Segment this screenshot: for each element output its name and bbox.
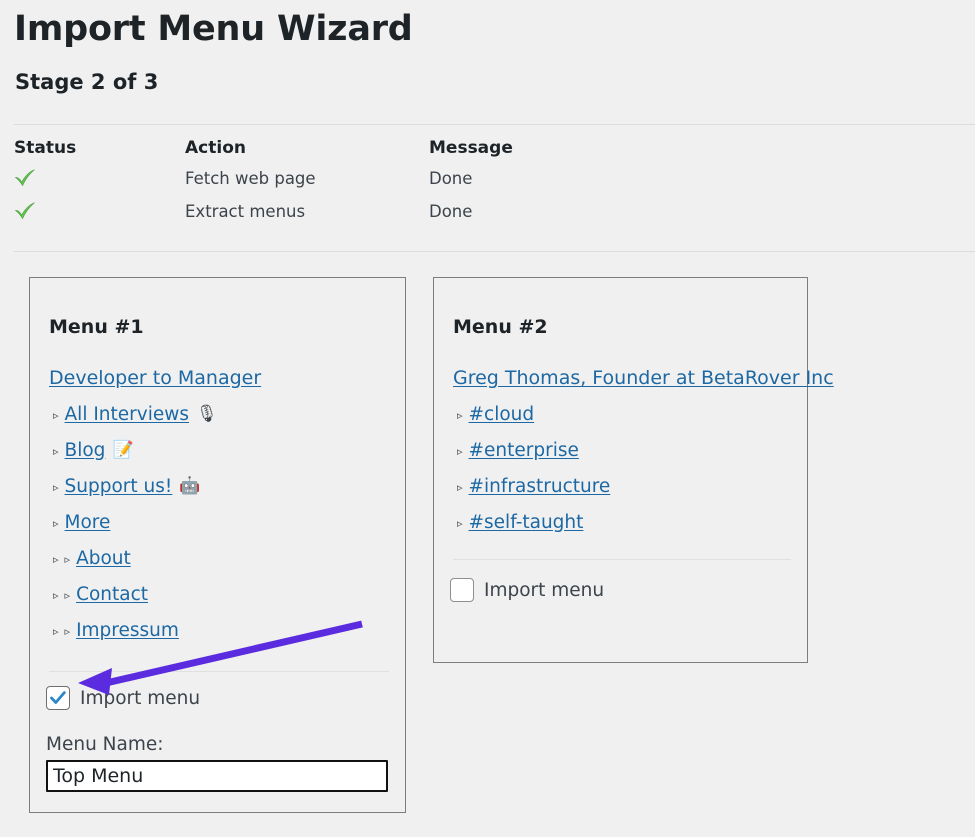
menu-panel-1-separator bbox=[49, 671, 389, 672]
triangle-bullet-icon: ▹ bbox=[64, 624, 71, 638]
triangle-bullet-icon: ▹ bbox=[457, 408, 463, 422]
status-table: Status Action Message Fetch web page Don… bbox=[14, 138, 714, 235]
green-check-icon bbox=[14, 202, 36, 220]
checkmark-icon bbox=[50, 691, 66, 704]
menu-item-link[interactable]: All Interviews bbox=[65, 404, 189, 425]
triangle-bullet-icon: ▹ bbox=[53, 588, 59, 602]
menu-panel-1: Menu #1 Developer to Manager ▹ All Intervi… bbox=[29, 277, 406, 813]
triangle-bullet-icon: ▹ bbox=[457, 516, 463, 530]
menu-item-emoji-icon: 🎙 bbox=[196, 404, 218, 424]
menu-item-row[interactable]: ▹ More bbox=[49, 504, 395, 540]
import-menu-label-2: Import menu bbox=[484, 579, 605, 601]
menu-panel-2-title: Menu #2 bbox=[453, 316, 548, 338]
table-header-row: Status Action Message bbox=[14, 138, 714, 169]
menu-item-link[interactable]: Support us! bbox=[65, 476, 173, 497]
menu-item-link[interactable]: Greg Thomas, Founder at BetaRover Inc bbox=[453, 367, 834, 389]
triangle-bullet-icon: ▹ bbox=[53, 444, 59, 458]
import-menu-label-1: Import menu bbox=[80, 687, 201, 709]
menu-panel-2: Menu #2 Greg Thomas, Founder at BetaRove… bbox=[433, 277, 834, 663]
menu-item-link[interactable]: Blog bbox=[65, 440, 106, 461]
menu-item-link[interactable]: #enterprise bbox=[469, 440, 579, 461]
menu-item-row[interactable]: ▹ Support us! 🤖 bbox=[49, 468, 395, 504]
triangle-bullet-icon: ▹ bbox=[53, 624, 59, 638]
triangle-bullet-icon: ▹ bbox=[53, 516, 59, 530]
menu-item-row[interactable]: ▹ #cloud bbox=[453, 396, 797, 432]
import-menu-checkbox-2[interactable] bbox=[450, 578, 474, 602]
triangle-bullet-icon: ▹ bbox=[53, 552, 59, 566]
cell-status bbox=[14, 169, 185, 202]
cell-status bbox=[14, 202, 185, 235]
menu-tree-2: Greg Thomas, Founder at BetaRover Inc ▹ #c… bbox=[453, 360, 834, 540]
import-menu-checkbox-row-2[interactable]: Import menu bbox=[450, 578, 604, 602]
menu-item-link[interactable]: Impressum bbox=[76, 620, 179, 641]
menu-item-row[interactable]: Greg Thomas, Founder at BetaRover Inc bbox=[453, 360, 834, 396]
divider-bottom bbox=[14, 251, 975, 252]
table-row: Extract menus Done bbox=[14, 202, 714, 235]
menu-item-emoji-icon: 🤖 bbox=[179, 476, 201, 496]
import-menu-checkbox-1[interactable] bbox=[46, 686, 70, 710]
table-row: Fetch web page Done bbox=[14, 169, 714, 202]
menu-item-link[interactable]: #cloud bbox=[469, 404, 535, 425]
column-header-status: Status bbox=[14, 138, 77, 158]
menu-item-row[interactable]: Developer to Manager bbox=[49, 360, 395, 396]
cell-message: Done bbox=[429, 202, 473, 221]
menu-item-link[interactable]: #self-taught bbox=[469, 512, 584, 533]
divider-top bbox=[14, 124, 975, 125]
menu-item-row[interactable]: ▹ #enterprise bbox=[453, 432, 797, 468]
column-header-action: Action bbox=[185, 138, 246, 158]
menu-item-link[interactable]: Contact bbox=[76, 584, 148, 605]
cell-action: Extract menus bbox=[185, 202, 306, 221]
menu-item-link[interactable]: Developer to Manager bbox=[49, 367, 261, 389]
menu-panel-1-title: Menu #1 bbox=[49, 316, 144, 338]
menu-item-link[interactable]: About bbox=[76, 548, 131, 569]
menu-item-link[interactable]: #infrastructure bbox=[469, 476, 611, 497]
menu-name-label: Menu Name: bbox=[46, 734, 164, 755]
triangle-bullet-icon: ▹ bbox=[457, 480, 463, 494]
menu-item-row[interactable]: ▹ #self-taught bbox=[453, 504, 797, 540]
triangle-bullet-icon: ▹ bbox=[64, 552, 71, 566]
triangle-bullet-icon: ▹ bbox=[64, 588, 71, 602]
menu-item-row[interactable]: ▹ ▹ Contact bbox=[49, 576, 395, 612]
menu-item-emoji-icon: 📝 bbox=[112, 440, 134, 460]
menu-item-row[interactable]: ▹ Blog 📝 bbox=[49, 432, 395, 468]
menu-name-input[interactable] bbox=[46, 760, 388, 792]
triangle-bullet-icon: ▹ bbox=[457, 444, 463, 458]
menu-item-row[interactable]: ▹ ▹ About bbox=[49, 540, 395, 576]
green-check-icon bbox=[14, 169, 36, 187]
menu-item-link[interactable]: More bbox=[65, 512, 111, 533]
stage-subtitle: Stage 2 of 3 bbox=[15, 70, 159, 94]
cell-action: Fetch web page bbox=[185, 169, 316, 188]
menu-panel-2-separator bbox=[453, 559, 791, 560]
import-menu-checkbox-row-1[interactable]: Import menu bbox=[46, 686, 200, 710]
menu-tree-1: Developer to Manager ▹ All Interviews 🎙 ▹ Blo… bbox=[49, 360, 395, 648]
menu-item-row[interactable]: ▹ #infrastructure bbox=[453, 468, 797, 504]
column-header-message: Message bbox=[429, 138, 513, 158]
menu-item-row[interactable]: ▹ All Interviews 🎙 bbox=[49, 396, 395, 432]
cell-message: Done bbox=[429, 169, 473, 188]
triangle-bullet-icon: ▹ bbox=[53, 480, 59, 494]
page-title: Import Menu Wizard bbox=[14, 9, 413, 49]
triangle-bullet-icon: ▹ bbox=[53, 408, 59, 422]
menu-item-row[interactable]: ▹ ▹ Impressum bbox=[49, 612, 395, 648]
